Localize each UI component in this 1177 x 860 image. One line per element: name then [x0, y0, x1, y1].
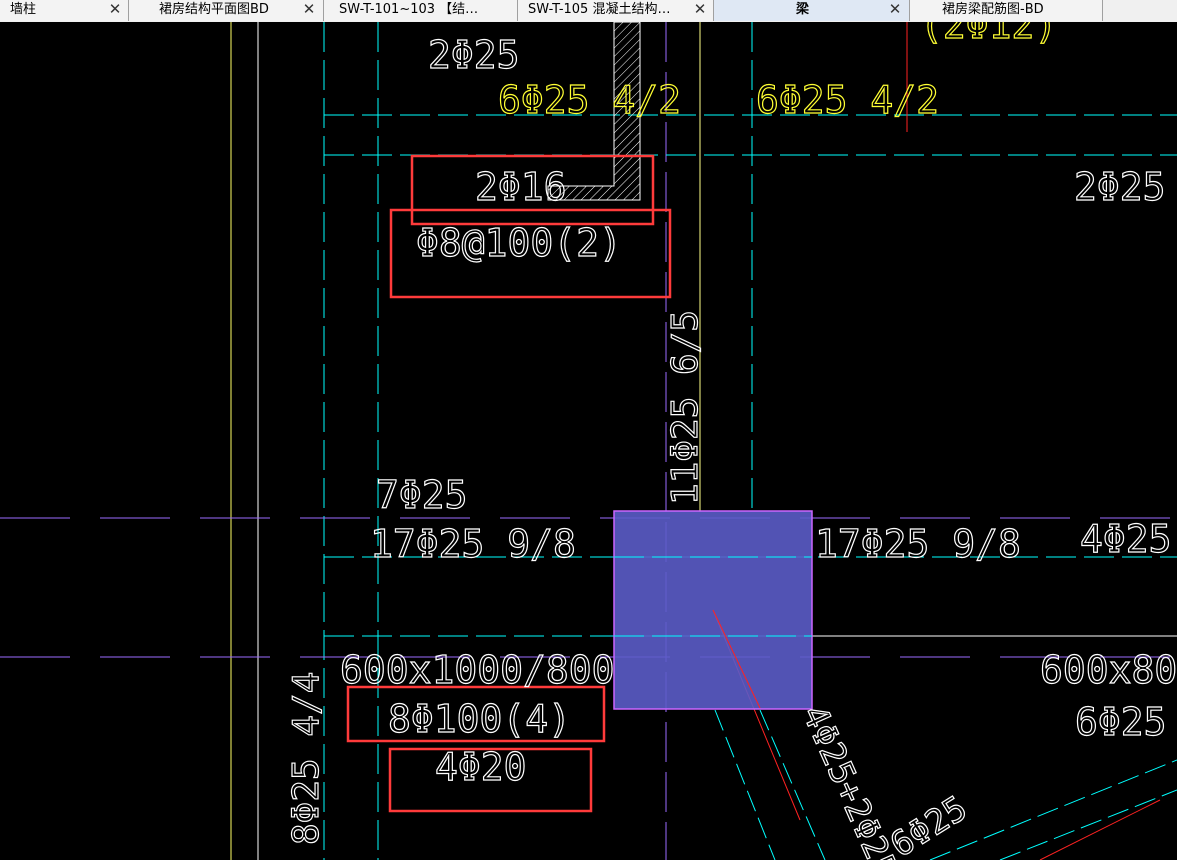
annotation-4phi20: 4Φ20 [435, 745, 527, 789]
annotation-vertical-11phi25: 11Φ25 6/5 [665, 310, 706, 505]
annotation-stirrup: Φ8@100(2) [416, 221, 622, 265]
annotation-8phi100: 8Φ100(4) [388, 697, 571, 741]
close-icon[interactable]: ✕ [107, 0, 123, 21]
tab-label: SW-T-105 混凝土结构… [528, 2, 671, 17]
annotation-yellow-right: 6Φ25 4/2 [756, 78, 939, 122]
annotation-7phi25: 7Φ25 [376, 473, 468, 517]
tab-wall-column[interactable]: 墙柱 ✕ [0, 0, 129, 21]
annotation-2phi16: 2Φ16 [475, 165, 567, 209]
annotation-right-17phi25: 17Φ25 9/8 [815, 522, 1021, 566]
annotation-top-2phi25: 2Φ25 [428, 33, 520, 77]
close-icon[interactable]: ✕ [887, 0, 903, 21]
canvas-background [0, 22, 1177, 860]
tab-label: 裙房梁配筋图-BD [942, 2, 1044, 17]
annotation-right-6phi25: 6Φ25 [1075, 700, 1167, 744]
annotation-left-vertical-8phi25: 8Φ25 4/4 [286, 672, 327, 845]
annotation-right-2phi25: 2Φ25 [1074, 165, 1166, 209]
annotation-top-right-paren: (2Φ12) [920, 22, 1057, 47]
tab-beam[interactable]: 梁 ✕ [714, 0, 910, 21]
close-icon[interactable]: ✕ [301, 0, 317, 21]
close-icon[interactable]: ✕ [692, 0, 708, 21]
document-tab-bar: 墙柱 ✕ 裙房结构平面图BD ✕ SW-T-101~103 【结… SW-T-1… [0, 0, 1177, 23]
annotation-yellow-left: 6Φ25 4/2 [498, 78, 681, 122]
tab-sw-t-101-103[interactable]: SW-T-101~103 【结… [324, 0, 518, 21]
annotation-beam-size-right: 600x800 [1040, 648, 1177, 692]
annotation-far-right-4phi25: 4Φ25 [1080, 517, 1172, 561]
tab-podium-beam-reinforcement[interactable]: 裙房梁配筋图-BD [910, 0, 1103, 21]
tab-label: 墙柱 [10, 2, 37, 17]
cad-drawing-canvas[interactable]: 2Φ25 6Φ25 4/2 6Φ25 4/2 (2Φ12) 2Φ25 2Φ16 … [0, 22, 1177, 860]
tab-label: 梁 [796, 2, 810, 17]
tab-sw-t-105[interactable]: SW-T-105 混凝土结构… ✕ [518, 0, 714, 21]
tab-podium-structure-plan[interactable]: 裙房结构平面图BD ✕ [129, 0, 324, 21]
tab-label: SW-T-101~103 【结… [339, 2, 479, 17]
annotation-left-17phi25: 17Φ25 9/8 [370, 522, 576, 566]
tab-label: 裙房结构平面图BD [159, 2, 269, 17]
annotation-beam-size-left: 600x1000/800 [340, 648, 615, 692]
